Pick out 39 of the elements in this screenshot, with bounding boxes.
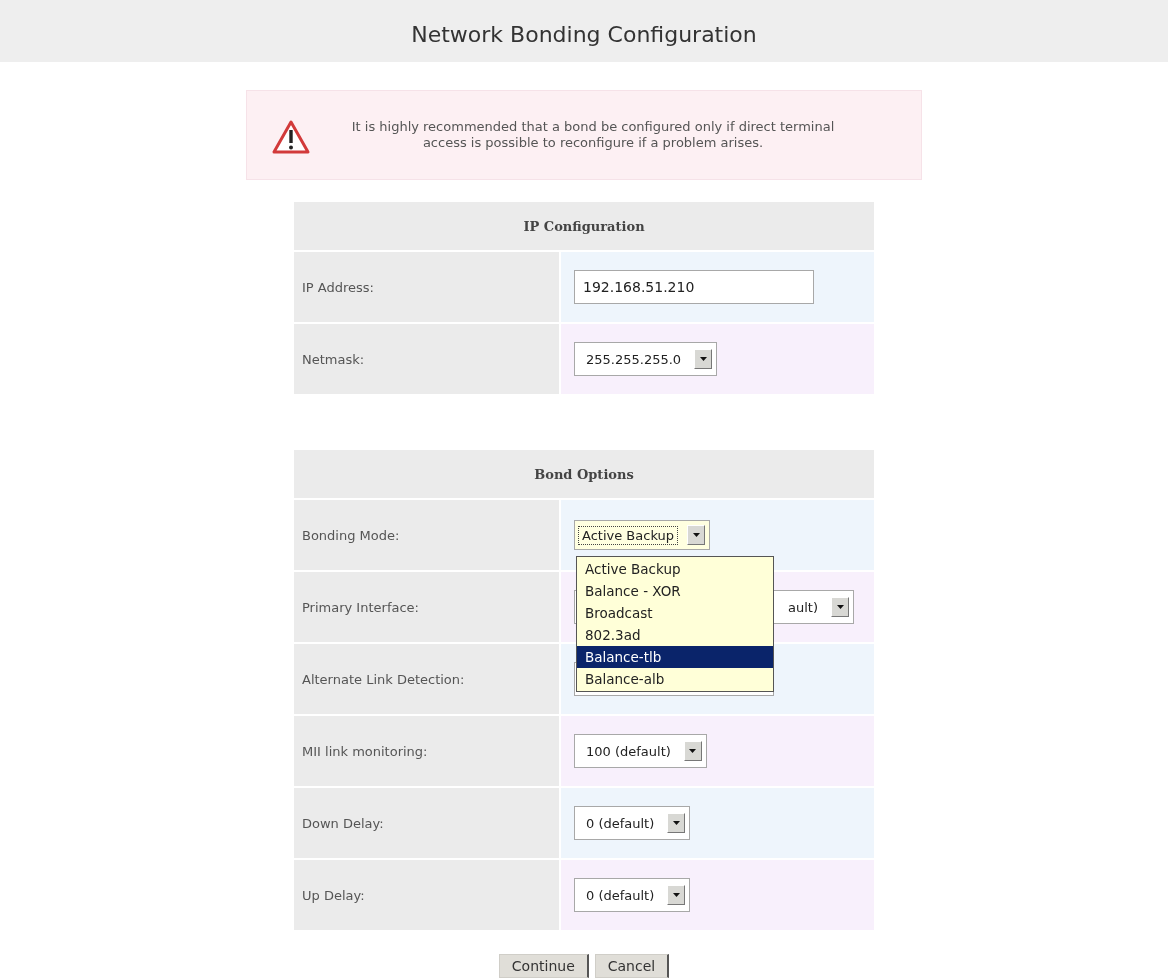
field-label: Primary Interface: [294, 572, 559, 642]
dropdown-option[interactable]: Broadcast [577, 602, 773, 624]
select-field[interactable]: 100 (default) [574, 734, 707, 768]
dropdown-button[interactable] [667, 813, 686, 833]
dropdown-button[interactable] [667, 885, 686, 905]
section-header: Bond Options [294, 450, 874, 498]
select-field[interactable]: Active Backup [574, 520, 710, 550]
dropdown-option[interactable]: Balance - XOR [577, 580, 773, 602]
field-label: Down Delay: [294, 788, 559, 858]
dropdown-option[interactable]: Active Backup [577, 558, 773, 580]
warning-text: It is highly recommended that a bond be configured only if direct terminal access is possible to reconfigure if a problem arises. [350, 119, 836, 151]
caret-icon [672, 821, 680, 825]
caret-icon [692, 533, 700, 537]
field-label: Up Delay: [294, 860, 559, 930]
input-field[interactable]: 192.168.51.210 [574, 270, 814, 304]
form-button[interactable]: Continue [498, 954, 589, 978]
field-label: MII link monitoring: [294, 716, 559, 786]
dropdown-option[interactable]: Balance-tlb [577, 646, 773, 668]
field-label: IP Address: [294, 252, 559, 322]
select-field[interactable]: 255.255.255.0 [574, 342, 718, 376]
caret-icon [672, 893, 680, 897]
page-title: Network Bonding Configuration [411, 21, 757, 47]
dropdown-option[interactable]: Balance-alb [577, 668, 773, 690]
select-field[interactable]: 0 (default) [574, 878, 691, 912]
caret-icon [836, 605, 844, 609]
field-label: Netmask: [294, 324, 559, 394]
caret-icon [699, 357, 707, 361]
form-button[interactable]: Cancel [594, 954, 670, 978]
dropdown-option[interactable]: 802.3ad [577, 624, 773, 646]
dropdown-button[interactable] [687, 525, 705, 545]
caret-icon [689, 749, 697, 753]
warning-icon [271, 119, 311, 155]
dropdown-button[interactable] [831, 597, 849, 617]
section-header: IP Configuration [294, 202, 874, 250]
dropdown-button[interactable] [694, 349, 713, 369]
field-label: Bonding Mode: [294, 500, 559, 570]
field-label: Alternate Link Detection: [294, 644, 559, 714]
select-field[interactable]: 0 (default) [574, 806, 691, 840]
dropdown-button[interactable] [683, 741, 702, 761]
